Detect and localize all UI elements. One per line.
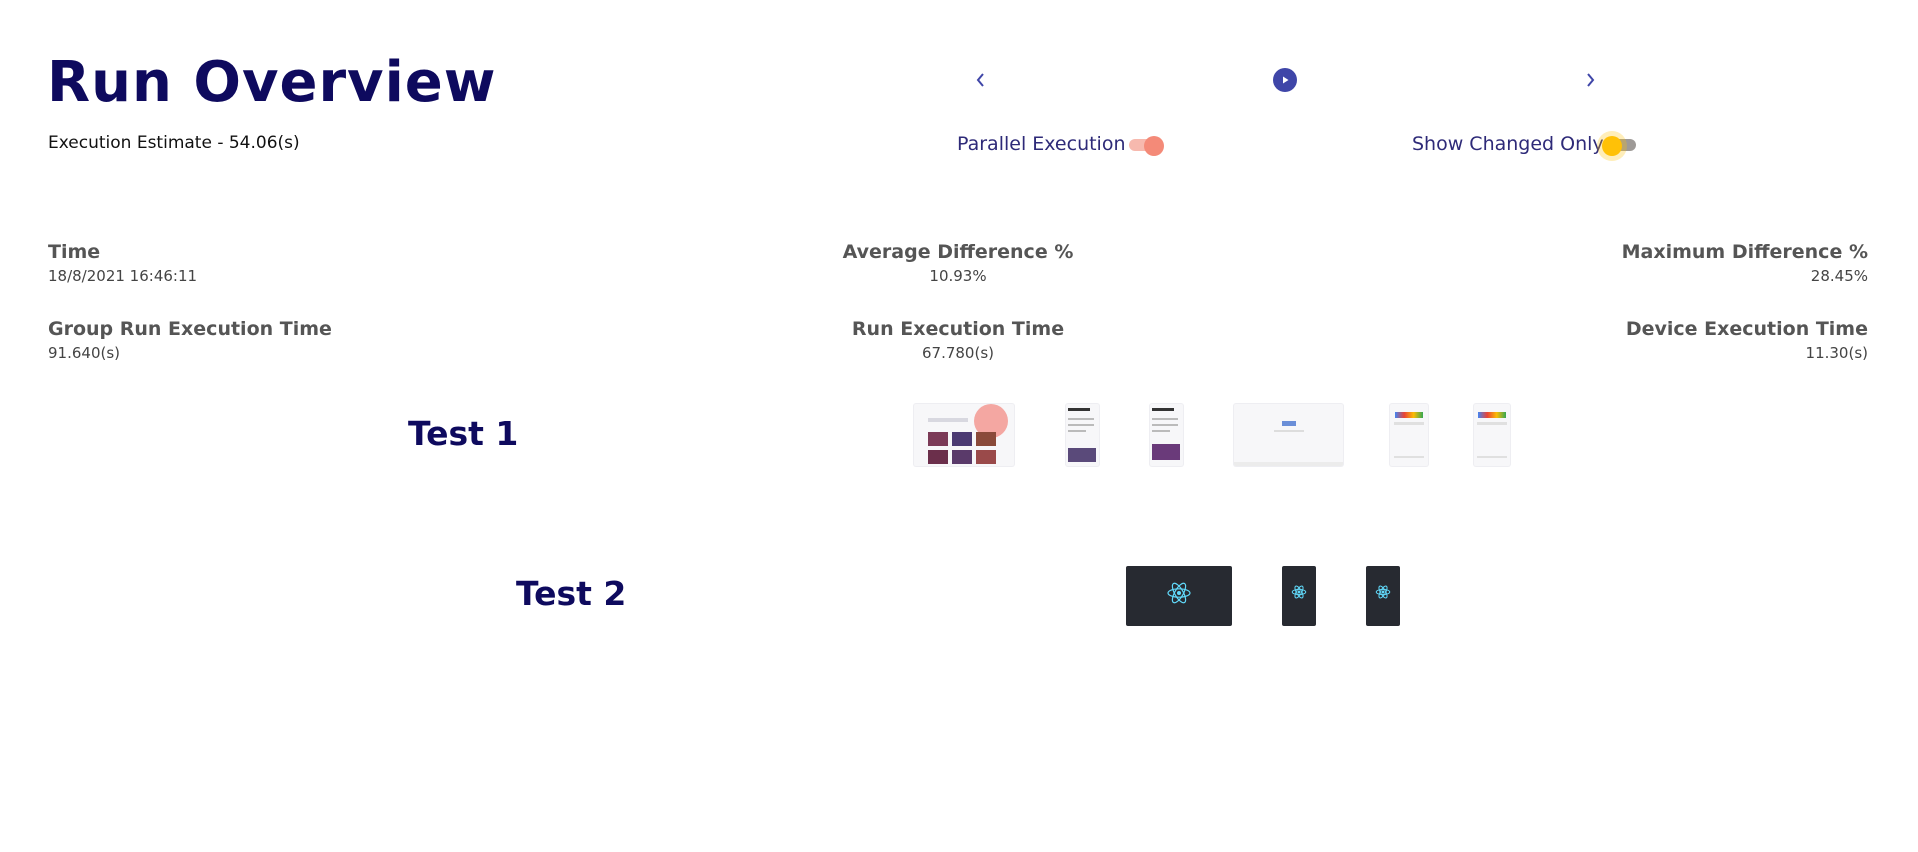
test-2-screenshot-2[interactable] [1282, 566, 1316, 626]
test-2-title: Test 2 [516, 574, 627, 613]
chevron-right-icon [1587, 73, 1595, 87]
show-changed-only-label: Show Changed Only [1412, 133, 1604, 155]
maximum-difference-label: Maximum Difference % [1621, 241, 1868, 263]
chevron-left-icon [976, 73, 984, 87]
average-difference-value: 10.93% [929, 267, 987, 285]
test-1-screenshot-3[interactable] [1150, 404, 1183, 466]
parallel-execution-label: Parallel Execution [957, 133, 1126, 155]
group-run-execution-time-value: 91.640(s) [48, 344, 121, 362]
run-execution-time-label: Run Execution Time [851, 318, 1065, 340]
average-difference-label: Average Difference % [842, 241, 1074, 263]
test-1-screenshot-2[interactable] [1066, 404, 1099, 466]
previous-button[interactable] [967, 66, 995, 94]
maximum-difference-value: 28.45% [1810, 267, 1868, 285]
run-execution-time-value: 67.780(s) [921, 344, 995, 362]
test-1-screenshot-5[interactable] [1390, 404, 1428, 466]
parallel-execution-toggle[interactable] [1127, 136, 1165, 156]
device-execution-time-value: 11.30(s) [1805, 344, 1868, 362]
time-label: Time [48, 241, 101, 263]
play-button[interactable] [1273, 68, 1297, 92]
execution-estimate: Execution Estimate - 54.06(s) [48, 133, 300, 153]
react-logo-icon [1291, 585, 1307, 599]
show-changed-only-toggle[interactable] [1602, 136, 1640, 156]
react-logo-icon [1167, 582, 1191, 604]
time-value: 18/8/2021 16:46:11 [48, 267, 198, 285]
test-2-screenshot-3[interactable] [1366, 566, 1400, 626]
device-execution-time-label: Device Execution Time [1625, 318, 1868, 340]
test-2-screenshot-1[interactable] [1126, 566, 1232, 626]
play-circle-icon [1283, 76, 1289, 84]
group-run-execution-time-label: Group Run Execution Time [48, 318, 332, 340]
test-1-screenshot-1[interactable] [914, 404, 1014, 466]
next-button[interactable] [1576, 66, 1604, 94]
test-1-screenshot-4[interactable] [1234, 404, 1343, 466]
react-logo-icon [1375, 585, 1391, 599]
test-1-screenshot-6[interactable] [1474, 404, 1510, 466]
page-title: Run Overview [47, 50, 497, 115]
test-1-title: Test 1 [408, 414, 519, 453]
